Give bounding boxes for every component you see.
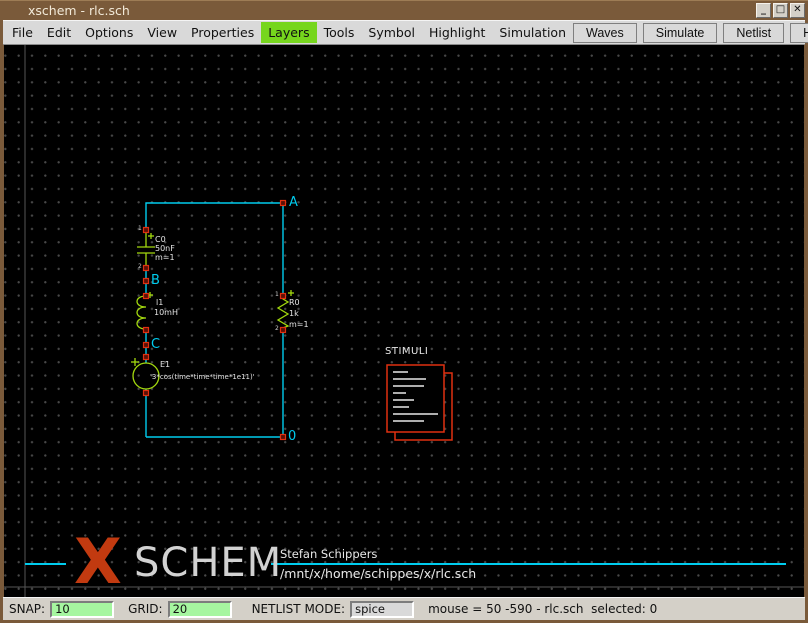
menu-symbol[interactable]: Symbol xyxy=(361,22,422,43)
xschem-logo-text: SCHEM xyxy=(134,543,282,583)
source-ref[interactable]: E1 xyxy=(160,360,170,369)
help-button[interactable]: Help xyxy=(790,23,808,43)
snap-label: SNAP: xyxy=(9,602,45,616)
resistor-ref[interactable]: R0 xyxy=(289,298,300,307)
schematic-canvas[interactable]: A B C 0 C0 50nF m=1 l1 10mH E1 '3*cos(ti… xyxy=(4,45,804,597)
netlist-button[interactable]: Netlist xyxy=(723,23,784,43)
resistor-pin1-number: 1 xyxy=(275,291,279,298)
xschem-logo-x: X xyxy=(74,531,122,593)
simulate-button[interactable]: Simulate xyxy=(643,23,718,43)
capacitor-pin2-number: 2 xyxy=(138,263,142,270)
menubar-buttons: Waves Simulate Netlist Help xyxy=(573,23,808,43)
maximize-icon[interactable]: □ xyxy=(773,3,788,18)
menu-view[interactable]: View xyxy=(140,22,184,43)
menu-options[interactable]: Options xyxy=(78,22,140,43)
menu-layers[interactable]: Layers xyxy=(261,22,316,43)
resistor-value[interactable]: 1k xyxy=(289,309,299,318)
statusbar: SNAP: GRID: NETLIST MODE: mouse = 50 -59… xyxy=(3,597,805,620)
menubar: File Edit Options View Properties Layers… xyxy=(3,20,805,45)
inductor-ref[interactable]: l1 xyxy=(156,298,163,307)
node-label-gnd[interactable]: 0 xyxy=(288,429,296,444)
origin-axes xyxy=(4,45,804,597)
capacitor-value[interactable]: 50nF xyxy=(155,244,175,253)
close-icon[interactable]: ✕ xyxy=(790,3,805,18)
capacitor-ref[interactable]: C0 xyxy=(155,235,166,244)
menu-tools[interactable]: Tools xyxy=(317,22,362,43)
node-label-b[interactable]: B xyxy=(151,273,160,288)
capacitor-pin1-number: 1 xyxy=(138,225,142,232)
node-label-c[interactable]: C xyxy=(151,337,160,352)
menu-file[interactable]: File xyxy=(5,22,40,43)
mouse-status-text: mouse = 50 -590 - rlc.sch selected: 0 xyxy=(428,602,657,616)
schematic-file-path: /mnt/x/home/schippes/x/rlc.sch xyxy=(280,566,476,581)
grid-input[interactable] xyxy=(168,601,232,618)
netlist-mode-input[interactable] xyxy=(350,601,414,618)
window-controls: _ □ ✕ xyxy=(756,3,805,18)
inductor-value[interactable]: 10mH xyxy=(154,308,178,317)
xschem-window: xschem - rlc.sch _ □ ✕ File Edit Options… xyxy=(0,0,808,623)
resistor-pin2-number: 2 xyxy=(275,325,279,332)
window-title: xschem - rlc.sch xyxy=(28,3,130,18)
capacitor-mult[interactable]: m=1 xyxy=(155,253,175,262)
resistor-mult[interactable]: m=1 xyxy=(289,320,309,329)
circuit-wires[interactable] xyxy=(146,203,283,437)
waves-button[interactable]: Waves xyxy=(573,23,637,43)
menu-edit[interactable]: Edit xyxy=(40,22,78,43)
menu-simulation[interactable]: Simulation xyxy=(492,22,573,43)
snap-input[interactable] xyxy=(50,601,114,618)
source-value[interactable]: '3*cos(time*time*time*1e11)' xyxy=(150,373,255,381)
netlist-mode-label: NETLIST MODE: xyxy=(252,602,346,616)
stimuli-label[interactable]: STIMULI xyxy=(385,346,428,357)
stimuli-icon[interactable] xyxy=(387,365,452,440)
minimize-icon[interactable]: _ xyxy=(756,3,771,18)
menu-highlight[interactable]: Highlight xyxy=(422,22,492,43)
titlebar[interactable]: xschem - rlc.sch _ □ ✕ xyxy=(0,0,808,20)
menu-properties[interactable]: Properties xyxy=(184,22,261,43)
schematic-drawing xyxy=(4,45,804,597)
grid-label: GRID: xyxy=(128,602,162,616)
node-label-a[interactable]: A xyxy=(289,195,298,210)
schematic-author: Stefan Schippers xyxy=(280,547,377,561)
